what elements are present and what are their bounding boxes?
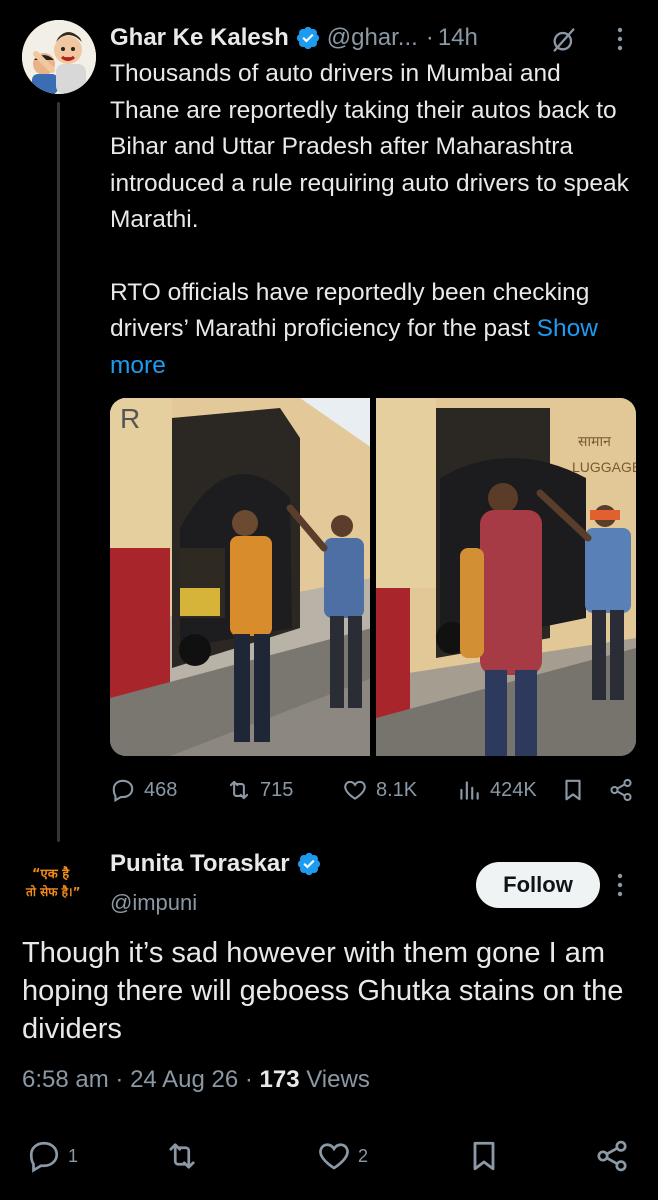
share-button[interactable] [608,770,642,810]
reply-count: 1 [68,1145,79,1166]
reply-date[interactable]: 24 Aug 26 [130,1066,238,1093]
reply-views-count[interactable]: 173 [260,1066,300,1093]
bookmark-button[interactable] [560,770,594,810]
share-icon [597,1140,627,1172]
repost-icon [229,780,249,800]
separator-dot: · [425,24,434,51]
bookmark-icon [473,1141,495,1171]
like-button[interactable]: 2 [316,1130,368,1182]
like-icon [344,780,366,800]
reply-action-bar: 1 2 [0,1130,658,1182]
media-sign-hindi: सामान [578,434,611,450]
more-vertical-icon[interactable] [614,872,626,898]
tweet-action-bar: 468 715 8.1K 424K [110,770,640,810]
reply-icon [29,1141,59,1173]
reply-text: Though it’s sad however with them gone I… [22,937,624,1045]
author-handle[interactable]: @ghar... [327,24,418,52]
share-button[interactable] [594,1130,636,1182]
more-vertical-icon[interactable] [614,26,626,52]
like-icon [319,1143,349,1170]
reply-views-label: Views [306,1066,370,1093]
repost-button[interactable] [164,1130,206,1182]
tweet-paragraph-1: Thousands of auto drivers in Mumbai and … [110,60,629,233]
reply-button[interactable]: 1 [26,1130,78,1182]
share-icon [610,778,632,802]
like-count: 8.1K [376,778,418,801]
media-photo-left[interactable]: R [110,398,372,756]
views-icon [460,781,479,800]
bookmark-button[interactable] [466,1130,508,1182]
media-sign-luggage: LUGGAGE [572,459,636,475]
media-corner-letter: R [120,403,140,434]
like-count: 2 [358,1145,369,1166]
repost-icon [169,1143,195,1169]
bookmark-icon [565,779,581,801]
reply-author-name-row: Punita Toraskar [110,850,322,878]
reply-author-name[interactable]: Punita Toraskar [110,850,290,878]
tweet-paragraph-2-text: RTO officials have reportedly been check… [110,278,590,343]
avatar-slogan-image: “एक है तो सेफ है।” [18,842,98,922]
tweet-media-grid[interactable]: R सामान LUGGAGE [110,398,636,756]
separator-dot: · [115,1066,124,1093]
media-photos: R सामान LUGGAGE [110,398,636,756]
views-count: 424K [490,778,537,801]
like-button[interactable]: 8.1K [342,770,417,810]
avatar-text-line-2: तो सेफ है।” [25,885,80,899]
reply-button[interactable]: 468 [110,770,177,810]
reply-meta: 6:58 am · 24 Aug 26 · 173 Views [22,1066,370,1094]
tweet-header: Ghar Ke Kalesh @ghar... · 14h [110,20,640,56]
repost-count: 715 [260,778,294,801]
tweet-paragraph-2: RTO officials have reportedly been check… [110,275,630,385]
reply-author-handle[interactable]: @impuni [110,890,197,916]
avatar-cartoon-image [22,20,96,94]
tweet-text: Thousands of auto drivers in Mumbai and … [110,56,630,384]
reply-time[interactable]: 6:58 am [22,1066,109,1093]
author-name[interactable]: Ghar Ke Kalesh [110,24,289,52]
views-button[interactable]: 424K [456,770,537,810]
separator-dot: · [244,1066,253,1093]
avatar-text-line-1: “एक है [32,866,70,882]
reply-count: 468 [144,778,178,801]
grok-icon[interactable] [550,26,578,54]
reply-author-avatar[interactable]: “एक है तो सेफ है।” [18,842,98,922]
follow-button[interactable]: Follow [476,862,600,908]
author-avatar[interactable] [22,20,96,94]
reply-icon [112,779,134,803]
verified-badge-icon [297,852,320,876]
thread-connector-line [57,102,60,842]
media-photo-right[interactable]: सामान LUGGAGE [376,398,636,756]
repost-button[interactable]: 715 [226,770,293,810]
verified-badge-icon [296,26,319,50]
tweet-time[interactable]: 14h [438,24,478,52]
